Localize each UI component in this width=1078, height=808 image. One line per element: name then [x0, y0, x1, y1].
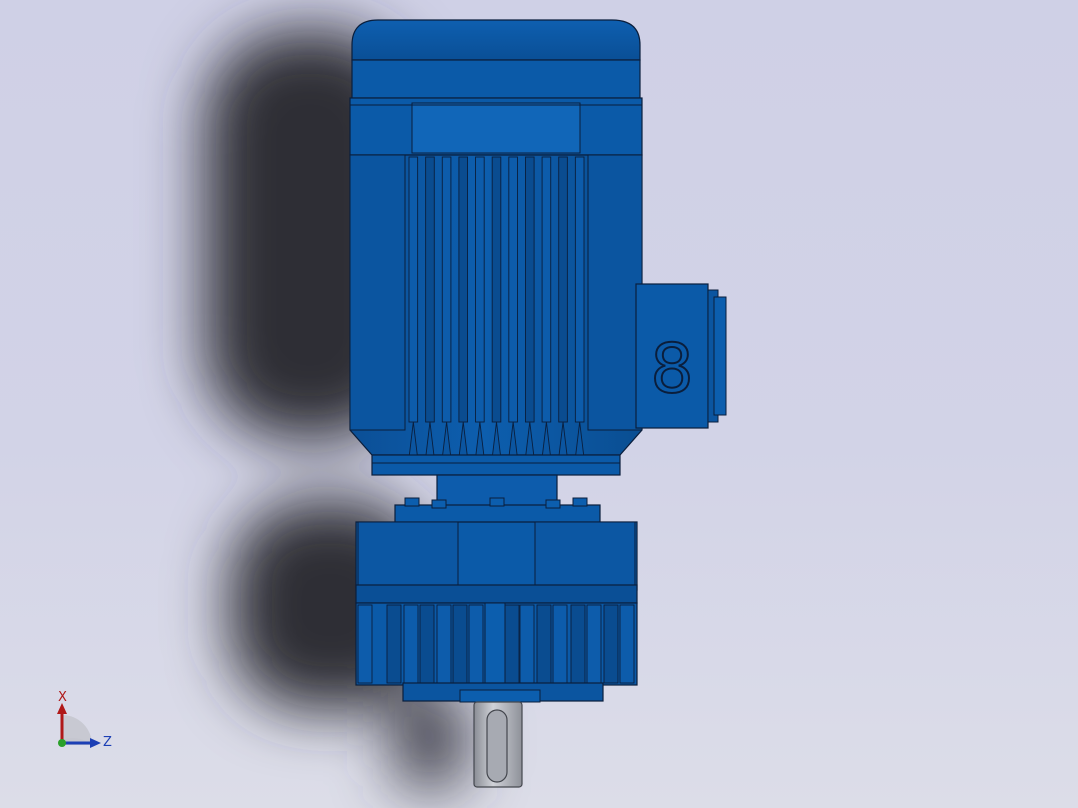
gearbox-rib: [386, 604, 402, 684]
z-axis-arrowhead: [90, 738, 101, 748]
gearbox-rib: [619, 604, 635, 684]
gearbox-rib: [419, 604, 435, 684]
cooling-fin: [441, 156, 452, 423]
cooling-fin: [458, 156, 468, 423]
cooling-fin: [491, 156, 502, 423]
cooling-fin: [508, 156, 518, 423]
gearbox-rib: [403, 604, 419, 684]
cooling-fin: [558, 156, 568, 423]
gearbox-rib: [357, 604, 373, 684]
output-shaft[interactable]: [473, 701, 523, 788]
gearbox-center-rib: [484, 602, 506, 684]
output-flange[interactable]: [402, 682, 604, 703]
gearbox-rib: [436, 604, 452, 684]
cooling-fin: [525, 156, 535, 423]
cooling-fin: [574, 156, 585, 423]
motor-end-shield[interactable]: [349, 97, 643, 156]
gearbox-rib: [452, 604, 468, 684]
gearbox-rib: [552, 604, 568, 684]
terminal-box-mark: 8: [650, 330, 693, 409]
motor-flange[interactable]: [371, 454, 621, 524]
gearbox-rib: [536, 604, 552, 684]
triad-quarter-plane: [62, 715, 92, 745]
z-axis-label: Z: [103, 735, 112, 750]
y-axis-dot: [58, 739, 66, 747]
gearbox-rib: [519, 604, 535, 684]
cooling-fin: [408, 156, 419, 423]
gearbox-rib: [586, 604, 602, 684]
cooling-fin: [541, 156, 552, 423]
gearbox-rib: [504, 604, 520, 684]
terminal-box[interactable]: 8: [635, 283, 727, 429]
3d-viewport[interactable]: 8 X Z: [0, 0, 1078, 808]
gearbox-rib: [603, 604, 619, 684]
gearbox-rib: [570, 604, 586, 684]
motor-fan-cover[interactable]: [351, 19, 641, 99]
x-axis-label: X: [58, 690, 67, 705]
cooling-fin: [425, 156, 435, 423]
orientation-triad: X Z: [57, 690, 112, 750]
gear-motor-model[interactable]: 8 X Z: [0, 0, 1078, 808]
gearbox-rib: [468, 604, 484, 684]
gearbox-ribs: [357, 602, 635, 684]
cooling-fin: [475, 156, 485, 423]
